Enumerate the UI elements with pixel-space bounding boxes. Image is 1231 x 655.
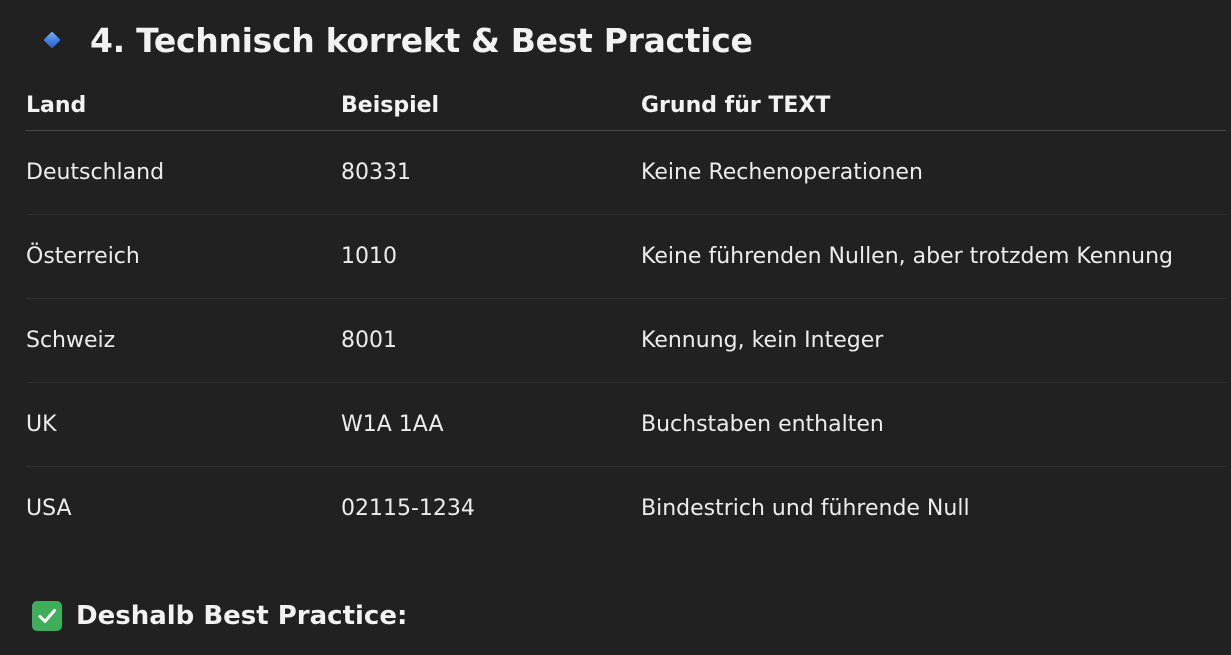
table-cell-land: UK bbox=[26, 382, 341, 467]
table-row: Deutschland 80331 Keine Rechenoperatione… bbox=[26, 130, 1226, 215]
column-header-land: Land bbox=[26, 80, 341, 131]
table-cell-grund: Keine führenden Nullen, aber trotzdem Ke… bbox=[641, 214, 1226, 299]
table-row: UK W1A 1AA Buchstaben enthalten bbox=[26, 382, 1226, 467]
table-cell-beispiel: 02115-1234 bbox=[341, 496, 475, 521]
table-cell-grund: Buchstaben enthalten bbox=[641, 382, 1226, 467]
table-cell-land: Deutschland bbox=[26, 130, 341, 215]
check-mark-button-icon bbox=[32, 601, 62, 631]
table-row: USA 02115-1234 Bindestrich und führende … bbox=[26, 467, 1226, 551]
section-heading: 4. Technisch korrekt & Best Practice bbox=[26, 0, 1231, 80]
subsection-heading: Deshalb Best Practice: bbox=[32, 601, 407, 631]
table-row: Schweiz 8001 Kennung, kein Integer bbox=[26, 298, 1226, 383]
table-cell-beispiel: 8001 bbox=[341, 298, 641, 383]
table-header-row: Land Beispiel Grund für TEXT bbox=[26, 80, 1226, 131]
section-heading-text: 4. Technisch korrekt & Best Practice bbox=[90, 20, 753, 60]
table-cell-grund: Kennung, kein Integer bbox=[641, 298, 1226, 383]
chat-message-content: 4. Technisch korrekt & Best Practice Lan… bbox=[0, 0, 1231, 655]
table-row: Österreich 1010 Keine führenden Nullen, … bbox=[26, 214, 1226, 299]
table-cell-beispiel: 1010 bbox=[341, 214, 641, 299]
column-header-beispiel: Beispiel bbox=[341, 80, 641, 131]
table-cell-beispiel: W1A 1AA bbox=[341, 382, 641, 467]
table-cell-grund: Bindestrich und führende Null bbox=[641, 496, 970, 521]
table-cell-grund: Keine Rechenoperationen bbox=[641, 130, 1226, 215]
table-cell-land: Schweiz bbox=[26, 298, 341, 383]
postal-code-table: Land Beispiel Grund für TEXT Deutschland… bbox=[26, 80, 1226, 550]
subsection-heading-text: Deshalb Best Practice: bbox=[76, 601, 408, 631]
blue-diamond-icon bbox=[43, 31, 61, 49]
table-cell-land: Österreich bbox=[26, 214, 341, 299]
column-header-grund: Grund für TEXT bbox=[641, 80, 1226, 131]
table-cell-land: USA bbox=[26, 496, 72, 521]
table-cell-beispiel: 80331 bbox=[341, 130, 641, 215]
